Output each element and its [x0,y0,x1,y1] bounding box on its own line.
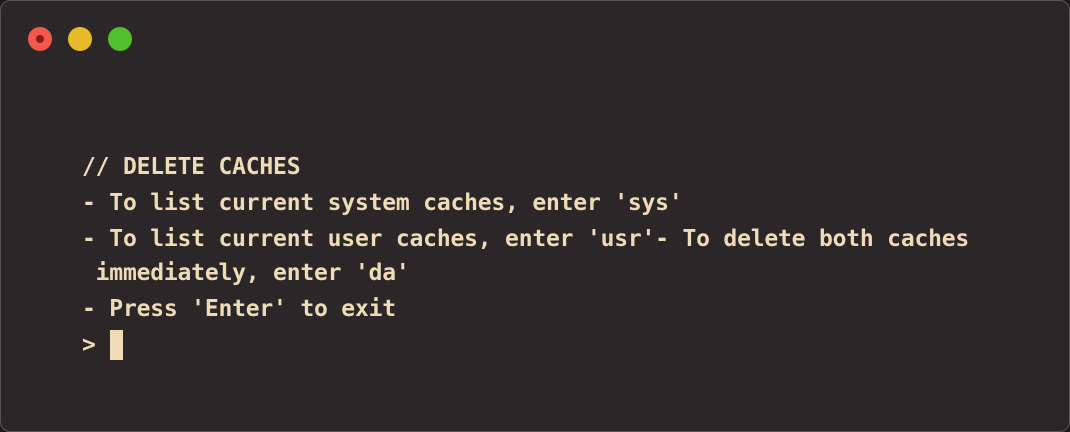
input-prompt-line[interactable]: > [82,327,969,363]
close-button[interactable] [28,27,52,51]
terminal-window: // DELETE CACHES - To list current syste… [0,0,1070,432]
minimize-button[interactable] [68,27,92,51]
output-line-title: // DELETE CACHES [82,154,301,180]
prompt-symbol: > [82,332,96,358]
output-line-usr: - To list current user caches, enter 'us… [82,226,970,252]
window-controls [28,27,132,51]
output-line-sys: - To list current system caches, enter '… [82,190,683,216]
output-line-da: immediately, enter 'da' [82,260,410,286]
output-line-exit: - Press 'Enter' to exit [82,296,396,322]
terminal-output: // DELETE CACHES - To list current syste… [82,149,969,363]
text-cursor [109,330,123,360]
maximize-button[interactable] [108,27,132,51]
